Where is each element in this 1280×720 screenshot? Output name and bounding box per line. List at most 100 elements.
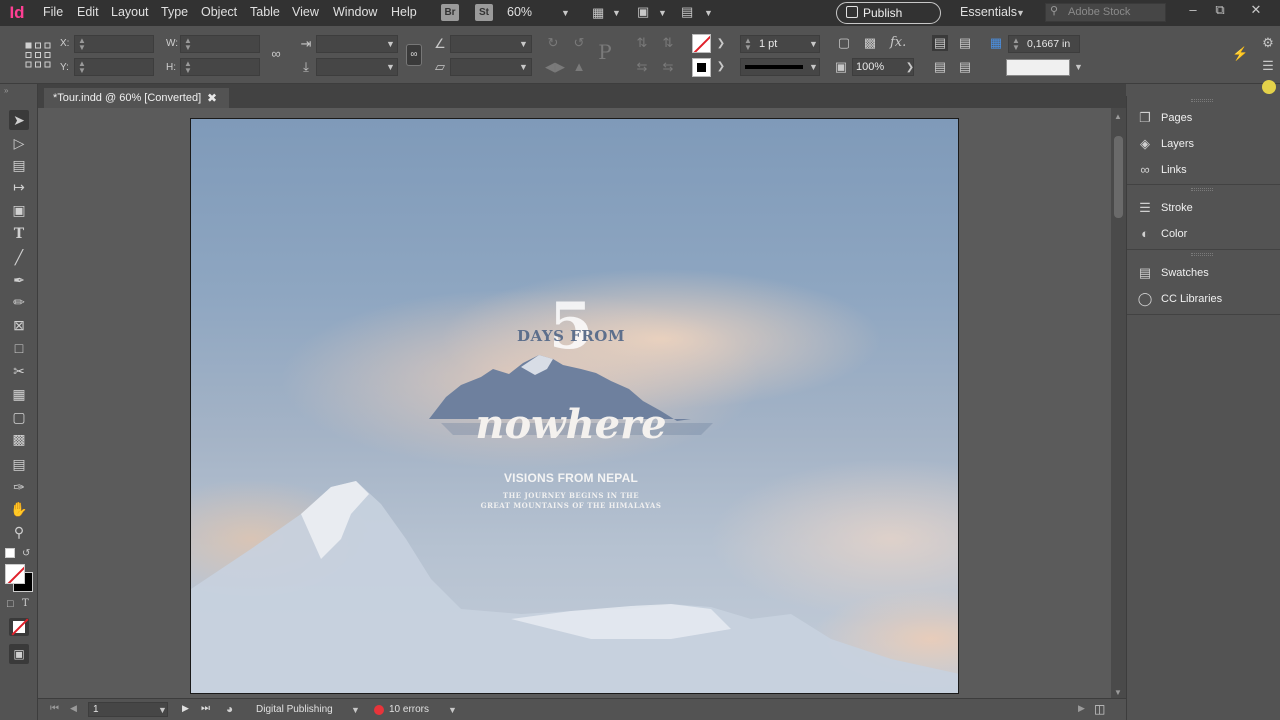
text-wrap-shape-icon[interactable]: ▤ <box>932 59 948 75</box>
fill-dropdown-icon[interactable]: ❯ <box>713 36 729 52</box>
preflight-errors[interactable]: 10 errors <box>389 704 429 715</box>
tools-collapse-icon[interactable]: » <box>4 86 8 95</box>
apply-none-icon[interactable] <box>9 618 29 636</box>
preflight-profile[interactable]: Digital Publishing <box>256 704 333 715</box>
control-settings-icon[interactable]: ⚙ <box>1260 35 1276 51</box>
screen-mode-tool-icon[interactable]: ▣ <box>9 644 29 664</box>
zoom-dropdown-icon[interactable]: ▼ <box>561 8 570 18</box>
vertical-scrollbar[interactable]: ▲ ▼ <box>1111 108 1126 698</box>
auto-fit-icon[interactable]: ▦ <box>988 35 1004 51</box>
menu-type[interactable]: Type <box>161 5 188 19</box>
stock-button[interactable]: St <box>475 4 493 21</box>
fill-none-swatch[interactable] <box>692 34 711 53</box>
stroke-type-dropdown-icon[interactable]: ▼ <box>809 62 818 72</box>
close-tab-icon[interactable]: ✖ <box>207 88 217 108</box>
scroll-right-icon[interactable]: ▶ <box>1078 703 1085 714</box>
line-tool-icon[interactable]: ╱ <box>9 247 29 267</box>
profile-dropdown-icon[interactable]: ▼ <box>351 705 360 715</box>
text-wrap-jump-icon[interactable]: ▤ <box>957 59 973 75</box>
next-page-icon[interactable]: ▶ <box>182 703 189 714</box>
select-content-icon[interactable]: ⇅ <box>660 35 676 51</box>
panel-swatches[interactable]: ▤ Swatches <box>1127 260 1280 286</box>
width-field[interactable] <box>180 35 260 53</box>
panel-cc-libraries[interactable]: ◯ CC Libraries <box>1127 286 1280 312</box>
rotate-cw-icon[interactable]: ↻ <box>545 35 561 51</box>
last-page-icon[interactable]: ⏭ <box>201 703 210 714</box>
eyedropper-tool-icon[interactable]: ✑ <box>9 477 29 497</box>
drop-shadow-icon[interactable]: ▩ <box>862 35 878 51</box>
workspace-switcher[interactable]: Essentials <box>960 5 1017 19</box>
close-icon[interactable]: ✕ <box>1245 2 1267 18</box>
select-next-icon[interactable]: ⇆ <box>660 59 676 75</box>
previous-page-icon[interactable]: ◀ <box>70 703 77 714</box>
note-tool-icon[interactable]: ▤ <box>9 454 29 474</box>
stroke-weight-dropdown-icon[interactable]: ▼ <box>809 39 818 49</box>
type-tool-icon[interactable]: T <box>9 224 29 244</box>
stroke-weight-stepper-icon[interactable]: ▲ ▼ <box>744 37 752 52</box>
gradient-feather-tool-icon[interactable]: ▩ <box>9 429 29 449</box>
open-in-bridge-icon[interactable]: ◕ <box>226 702 233 716</box>
swap-colors-icon[interactable]: ↺ <box>22 548 30 559</box>
y-stepper-icon[interactable]: ▲ ▼ <box>78 60 86 75</box>
height-field[interactable] <box>180 58 260 76</box>
stroke-swatch[interactable] <box>692 58 711 77</box>
workspace-dropdown-icon[interactable]: ▼ <box>1016 8 1025 18</box>
bridge-button[interactable]: Br <box>441 4 459 21</box>
w-stepper-icon[interactable]: ▲ ▼ <box>184 37 192 52</box>
direct-selection-tool-icon[interactable]: ▷ <box>9 133 29 153</box>
selection-tool-icon[interactable]: ➤ <box>9 110 29 130</box>
opacity-dropdown-icon[interactable]: ❯ <box>902 60 918 76</box>
screen-mode-dropdown-icon[interactable]: ▼ <box>658 8 667 18</box>
panel-grip-icon[interactable] <box>1191 188 1213 191</box>
menu-window[interactable]: Window <box>333 5 377 19</box>
pencil-tool-icon[interactable]: ✏ <box>9 292 29 312</box>
content-collector-icon[interactable]: ▣ <box>9 200 29 220</box>
shear-dropdown-icon[interactable]: ▼ <box>519 62 528 72</box>
document-page[interactable]: 5 DAYS FROM nowhere VISIONS FROM NEPAL T… <box>190 118 959 694</box>
stroke-dropdown-icon[interactable]: ❯ <box>713 59 729 75</box>
rotate-ccw-icon[interactable]: ↺ <box>571 35 587 51</box>
panel-grip-icon[interactable] <box>1191 99 1213 102</box>
restore-icon[interactable]: ⧉ <box>1209 2 1231 18</box>
menu-object[interactable]: Object <box>201 5 237 19</box>
menu-edit[interactable]: Edit <box>77 5 99 19</box>
zoom-tool-icon[interactable]: ⚲ <box>9 522 29 542</box>
document-tab[interactable]: *Tour.indd @ 60% [Converted] ✖ <box>44 88 229 108</box>
constrain-scale-icon[interactable]: ∞ <box>406 44 422 66</box>
scale-x-dropdown-icon[interactable]: ▼ <box>386 39 395 49</box>
constrain-proportions-icon[interactable]: ∞ <box>268 46 284 62</box>
flip-vertical-icon[interactable]: ▲ <box>571 59 587 75</box>
scroll-down-icon[interactable]: ▼ <box>1114 688 1122 697</box>
panel-pages[interactable]: ❐ Pages <box>1127 105 1280 131</box>
corner-options-icon[interactable]: ▢ <box>836 35 852 51</box>
panel-collapse-icon[interactable] <box>1262 80 1276 94</box>
select-container-icon[interactable]: ⇅ <box>634 35 650 51</box>
view-options-dropdown-icon[interactable]: ▼ <box>612 8 621 18</box>
flip-horizontal-icon[interactable]: ◀▶ <box>545 59 565 75</box>
view-options-icon[interactable]: ▦ <box>592 5 604 21</box>
text-wrap-none-icon[interactable]: ▤ <box>932 35 948 51</box>
rectangle-frame-tool-icon[interactable]: ⊠ <box>9 315 29 335</box>
split-window-icon[interactable]: ◫ <box>1094 702 1105 716</box>
panel-grip-icon[interactable] <box>1191 253 1213 256</box>
scissors-tool-icon[interactable]: ✂ <box>9 361 29 381</box>
page-tool-icon[interactable]: ▤ <box>9 155 29 175</box>
arrange-documents-dropdown-icon[interactable]: ▼ <box>704 8 713 18</box>
control-menu-icon[interactable]: ☰ <box>1260 58 1276 74</box>
effects-fx-icon[interactable]: fx. <box>890 35 906 51</box>
h-stepper-icon[interactable]: ▲ ▼ <box>184 60 192 75</box>
object-style-dropdown[interactable] <box>1006 59 1070 76</box>
gap-tool-icon[interactable]: ↦ <box>9 177 29 197</box>
menu-file[interactable]: File <box>43 5 63 19</box>
arrange-documents-icon[interactable]: ▤ <box>681 4 693 20</box>
object-style-dropdown-icon[interactable]: ▼ <box>1074 62 1083 72</box>
menu-table[interactable]: Table <box>250 5 280 19</box>
panel-color[interactable]: ◐ Color <box>1127 221 1280 247</box>
panel-layers[interactable]: ◈ Layers <box>1127 131 1280 157</box>
page-dropdown-icon[interactable]: ▼ <box>158 705 167 715</box>
x-field[interactable] <box>74 35 154 53</box>
select-previous-icon[interactable]: ⇆ <box>634 59 650 75</box>
panel-stroke[interactable]: ☰ Stroke <box>1127 195 1280 221</box>
gradient-swatch-tool-icon[interactable]: ▢ <box>9 407 29 427</box>
screen-mode-icon[interactable]: ▣ <box>637 4 649 20</box>
